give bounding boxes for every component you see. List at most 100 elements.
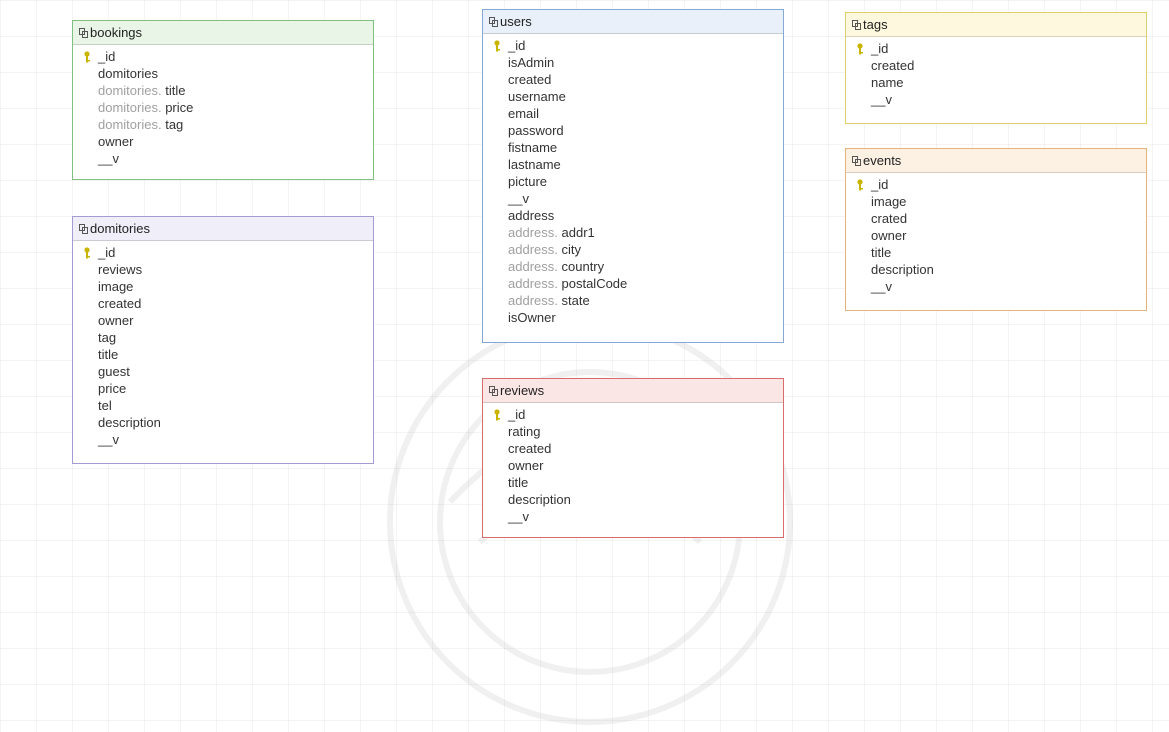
field-row[interactable]: created	[483, 71, 783, 88]
field-name: guest	[98, 364, 130, 379]
table-header[interactable]: users	[483, 10, 783, 34]
field-row[interactable]: address. state	[483, 292, 783, 309]
field-name: name	[871, 75, 904, 90]
field-row[interactable]: _id	[846, 176, 1146, 193]
field-name: domitories	[98, 66, 158, 81]
table-header[interactable]: bookings	[73, 21, 373, 45]
field-row[interactable]: username	[483, 88, 783, 105]
field-name: title	[508, 475, 529, 490]
field-row[interactable]: image	[73, 278, 373, 295]
table-bookings[interactable]: bookings _id domitories domitories. title d…	[72, 20, 374, 180]
field-row[interactable]: __v	[73, 431, 373, 448]
field-name: crated	[871, 211, 908, 226]
field-row[interactable]: description	[846, 261, 1146, 278]
table-tags[interactable]: tags _id created name __v	[845, 12, 1147, 124]
field-row[interactable]: tag	[73, 329, 373, 346]
field-row[interactable]: fistname	[483, 139, 783, 156]
table-header[interactable]: tags	[846, 13, 1146, 37]
field-row[interactable]: _id	[73, 244, 373, 261]
table-reviews[interactable]: reviews _idrating created owner title descri…	[482, 378, 784, 538]
table-header[interactable]: domitories	[73, 217, 373, 241]
field-list: _id reviews image created owner tag title guest…	[73, 241, 373, 452]
field-row[interactable]: domitories	[73, 65, 373, 82]
field-row[interactable]: title	[483, 474, 783, 491]
field-row[interactable]: _id	[73, 48, 373, 65]
field-row[interactable]: _id	[483, 406, 783, 423]
table-domitories[interactable]: domitories _id reviews image created owner ta…	[72, 216, 374, 464]
field-row[interactable]: created	[483, 440, 783, 457]
field-row[interactable]: __v	[483, 190, 783, 207]
field-prefix: address.	[508, 259, 558, 274]
field-prefix: address.	[508, 242, 558, 257]
field-name: created	[508, 72, 552, 87]
table-events[interactable]: events _id image crated owner title descripti…	[845, 148, 1147, 311]
field-prefix: address.	[508, 225, 558, 240]
field-row[interactable]: description	[483, 491, 783, 508]
field-list: _id created name __v	[846, 37, 1146, 112]
field-row[interactable]: isOwner	[483, 309, 783, 326]
field-name: _id	[871, 177, 889, 192]
field-list: _id isAdmin created username email password fi…	[483, 34, 783, 330]
field-row[interactable]: address. addr1	[483, 224, 783, 241]
field-name: owner	[871, 228, 907, 243]
field-row[interactable]: __v	[73, 150, 373, 167]
field-name: title	[98, 347, 119, 362]
field-row[interactable]: domitories. price	[73, 99, 373, 116]
field-name: __v	[98, 432, 119, 447]
table-title: users	[500, 14, 532, 29]
field-row[interactable]: name	[846, 74, 1146, 91]
table-icon	[489, 16, 498, 27]
field-name: description	[508, 492, 571, 507]
field-row[interactable]: address. country	[483, 258, 783, 275]
field-row[interactable]: domitories. tag	[73, 116, 373, 133]
table-title: events	[863, 153, 902, 168]
field-list: _idrating created owner title description __v	[483, 403, 783, 529]
field-row[interactable]: address. postalCode	[483, 275, 783, 292]
field-row[interactable]: owner	[846, 227, 1146, 244]
field-row[interactable]: price	[73, 380, 373, 397]
field-name: description	[871, 262, 934, 277]
key-icon	[493, 39, 501, 52]
field-row[interactable]: title	[846, 244, 1146, 261]
field-row[interactable]: password	[483, 122, 783, 139]
field-row[interactable]: crated	[846, 210, 1146, 227]
table-icon	[852, 19, 861, 30]
table-header[interactable]: events	[846, 149, 1146, 173]
field-name: _id	[508, 38, 526, 53]
field-row[interactable]: lastname	[483, 156, 783, 173]
table-header[interactable]: reviews	[483, 379, 783, 403]
field-row[interactable]: isAdmin	[483, 54, 783, 71]
field-row[interactable]: owner	[73, 312, 373, 329]
field-row[interactable]: description	[73, 414, 373, 431]
field-prefix: address.	[508, 276, 558, 291]
field-row[interactable]: domitories. title	[73, 82, 373, 99]
field-prefix: address.	[508, 293, 558, 308]
field-row[interactable]: rating	[483, 423, 783, 440]
field-name: _id	[98, 49, 116, 64]
field-name: __v	[871, 279, 892, 294]
field-row[interactable]: _id	[483, 37, 783, 54]
field-row[interactable]: guest	[73, 363, 373, 380]
table-icon	[852, 155, 861, 166]
field-row[interactable]: __v	[483, 508, 783, 525]
field-row[interactable]: image	[846, 193, 1146, 210]
field-row[interactable]: _id	[846, 40, 1146, 57]
field-row[interactable]: owner	[73, 133, 373, 150]
field-name: rating	[508, 424, 541, 439]
field-row[interactable]: owner	[483, 457, 783, 474]
field-row[interactable]: created	[846, 57, 1146, 74]
table-users[interactable]: users _id isAdmin created username email pass…	[482, 9, 784, 343]
field-row[interactable]: address	[483, 207, 783, 224]
key-icon	[83, 50, 91, 63]
field-row[interactable]: address. city	[483, 241, 783, 258]
field-row[interactable]: picture	[483, 173, 783, 190]
field-row[interactable]: __v	[846, 91, 1146, 108]
field-row[interactable]: title	[73, 346, 373, 363]
field-name: _id	[508, 407, 526, 422]
field-row[interactable]: __v	[846, 278, 1146, 295]
field-row[interactable]: created	[73, 295, 373, 312]
field-row[interactable]: reviews	[73, 261, 373, 278]
field-row[interactable]: tel	[73, 397, 373, 414]
table-icon	[489, 385, 498, 396]
field-row[interactable]: email	[483, 105, 783, 122]
